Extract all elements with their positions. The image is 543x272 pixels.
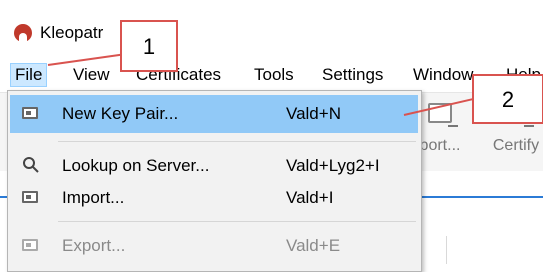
callout-2: 2 bbox=[472, 74, 543, 124]
menu-item-export[interactable]: Export... Vald+E bbox=[10, 227, 418, 265]
menu-window[interactable]: Window bbox=[409, 64, 477, 86]
file-menu-dropdown: New Key Pair... Vald+N Lookup on Server.… bbox=[7, 90, 422, 272]
import-icon bbox=[22, 191, 38, 203]
callout-1: 1 bbox=[120, 20, 178, 72]
column-divider[interactable] bbox=[446, 236, 447, 264]
title-bar: Kleopatr bbox=[0, 0, 543, 56]
menu-item-shortcut: Vald+N bbox=[286, 104, 341, 123]
menu-settings[interactable]: Settings bbox=[318, 64, 387, 86]
toolbar-certify-label: Certify bbox=[492, 137, 540, 154]
export-icon bbox=[22, 239, 38, 251]
menu-separator bbox=[58, 221, 416, 222]
search-icon bbox=[23, 157, 39, 173]
new-key-pair-icon bbox=[22, 107, 38, 119]
menu-item-new-key-pair[interactable]: New Key Pair... Vald+N bbox=[10, 95, 418, 133]
menu-file[interactable]: File bbox=[10, 63, 48, 87]
window-title: Kleopatr bbox=[40, 23, 104, 42]
menu-separator bbox=[58, 141, 416, 142]
menu-item-shortcut: Vald+I bbox=[286, 188, 334, 207]
menu-item-import[interactable]: Import... Vald+I bbox=[10, 179, 418, 217]
menu-view[interactable]: View bbox=[69, 64, 114, 86]
menu-item-shortcut: Vald+Lyg2+I bbox=[286, 156, 380, 175]
menu-item-label: Import... bbox=[62, 188, 125, 207]
menu-item-label: Export... bbox=[62, 236, 126, 255]
menu-tools[interactable]: Tools bbox=[250, 64, 298, 86]
menu-item-label: New Key Pair... bbox=[62, 104, 179, 123]
kleopatra-logo-icon bbox=[14, 24, 32, 42]
menu-bar: File View Certificates Tools Settings Wi… bbox=[0, 56, 543, 93]
menu-item-shortcut: Vald+E bbox=[286, 236, 341, 255]
menu-item-label: Lookup on Server... bbox=[62, 156, 210, 175]
